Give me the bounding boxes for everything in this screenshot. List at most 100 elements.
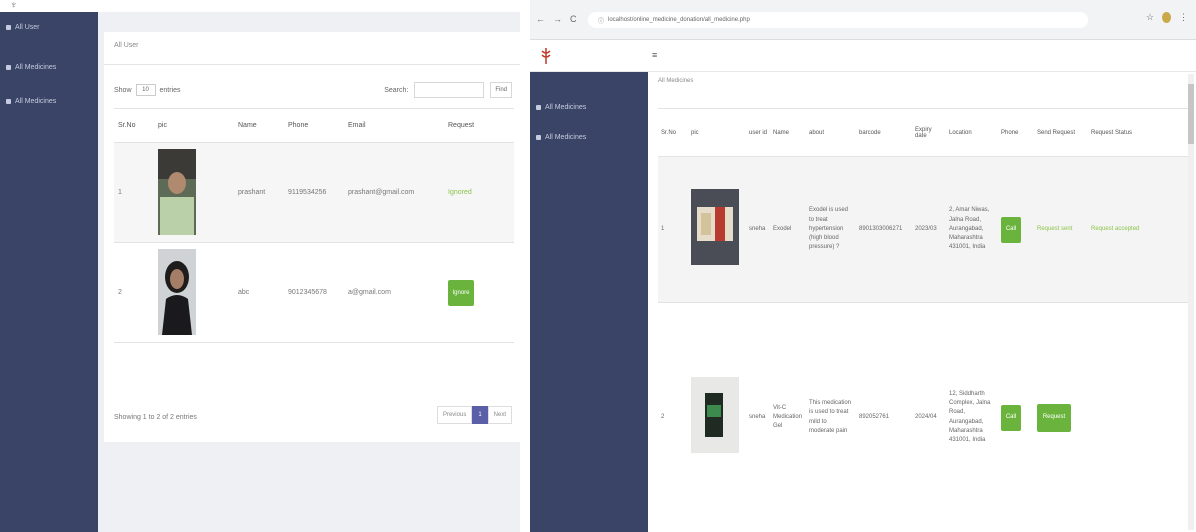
vertical-scrollbar[interactable]: [1188, 74, 1194, 530]
entries-label: entries: [159, 86, 181, 94]
cell-phone: Call: [998, 156, 1034, 303]
cell-expiry: 2024/04: [912, 302, 946, 532]
breadcrumb: All User: [114, 42, 139, 49]
sidebar-item-label: All Medicines: [545, 103, 587, 111]
app-header: ≡: [530, 40, 1196, 72]
medicines-table: Sr.No pic user id Name about barcode Exp…: [658, 108, 1190, 532]
sidebar-item-all-medicines-2[interactable]: All Medicines: [530, 126, 648, 148]
cell-about: This medication is used to treat mild to…: [806, 302, 856, 532]
column-header[interactable]: Expiry date: [912, 108, 946, 157]
cell-name: prashant: [234, 142, 284, 243]
sidebar-item-label: All Medicines: [15, 63, 57, 71]
url-text: localhost/online_medicine_donation/all_m…: [608, 17, 750, 23]
column-header[interactable]: Request Status: [1088, 108, 1190, 157]
column-header[interactable]: Email: [344, 108, 444, 143]
page-1-button[interactable]: 1: [472, 406, 488, 424]
column-header[interactable]: Phone: [998, 108, 1034, 157]
right-sidebar: All Medicines All Medicines: [530, 72, 648, 532]
column-header[interactable]: pic: [688, 108, 746, 157]
column-header[interactable]: Request: [444, 108, 514, 143]
menu-bullet-icon: [536, 134, 541, 140]
sidebar-item-all-medicines[interactable]: All Medicines: [0, 56, 98, 78]
cell-pic: [154, 142, 234, 243]
cell-sr-no: 1: [114, 142, 154, 243]
column-header[interactable]: Name: [770, 108, 806, 157]
request-status-text: Request accepted: [1091, 225, 1140, 232]
scrollbar-thumb[interactable]: [1188, 84, 1194, 144]
app-logo-icon: [541, 48, 551, 64]
cell-phone: 9012345678: [284, 242, 344, 343]
menu-bullet-icon: [6, 98, 11, 104]
user-table-card: All User Show 10 entries Search: Find Sr…: [104, 32, 520, 442]
show-label: Show: [114, 86, 132, 94]
right-browser-window: ← → C ⓘ localhost/online_medicine_donati…: [530, 0, 1196, 532]
column-header[interactable]: user id: [746, 108, 770, 157]
menu-icon[interactable]: ⋮: [1179, 12, 1188, 23]
cell-phone: Call: [998, 302, 1034, 532]
medicine-photo: [691, 189, 739, 266]
back-arrow-icon[interactable]: ←: [536, 14, 545, 24]
column-header[interactable]: pic: [154, 108, 234, 143]
column-header[interactable]: about: [806, 108, 856, 157]
cell-email: prashant@gmail.com: [344, 142, 444, 243]
top-strip: ♆: [0, 0, 520, 12]
column-header[interactable]: barcode: [856, 108, 912, 157]
column-header[interactable]: Sr.No: [114, 108, 154, 143]
sidebar-item-all-user[interactable]: All User: [0, 16, 98, 38]
sidebar-item-label: All User: [15, 23, 40, 31]
breadcrumb: All Medicines: [658, 78, 694, 84]
app-logo-icon: ♆: [10, 0, 18, 11]
call-button[interactable]: Call: [1001, 404, 1021, 431]
sidebar-item-all-medicines[interactable]: All Medicines: [530, 96, 648, 118]
extension-icon[interactable]: [1162, 12, 1171, 23]
cell-name: Vit-C Medication Gel: [770, 302, 806, 532]
menu-bullet-icon: [6, 24, 11, 30]
cell-user-id: sneha: [746, 156, 770, 303]
user-photo: [158, 148, 196, 235]
entries-select[interactable]: 10: [135, 84, 156, 96]
cell-send-request: Request: [1034, 302, 1088, 532]
reload-icon[interactable]: C: [570, 14, 577, 24]
browser-actions: ☆ ⋮: [1146, 12, 1188, 23]
cell-expiry: 2023/03: [912, 156, 946, 303]
call-button[interactable]: Call: [1001, 216, 1021, 243]
address-bar[interactable]: ⓘ localhost/online_medicine_donation/all…: [588, 12, 1088, 28]
cell-email: a@gmail.com: [344, 242, 444, 343]
user-photo: [158, 248, 196, 335]
medicine-photo: [691, 377, 739, 454]
right-content: All Medicines Sr.No pic user id Name abo…: [648, 72, 1190, 532]
column-header[interactable]: Name: [234, 108, 284, 143]
hamburger-menu-icon[interactable]: ≡: [652, 50, 657, 60]
previous-page-button[interactable]: Previous: [436, 406, 473, 424]
request-status-text: Ignored: [448, 189, 472, 196]
sidebar-item-medicines-2[interactable]: All Medicines: [0, 90, 98, 112]
cell-request: Ignore: [444, 242, 514, 343]
forward-arrow-icon[interactable]: →: [553, 14, 562, 24]
column-header[interactable]: Location: [946, 108, 998, 157]
cell-pic: [688, 156, 746, 303]
cell-about: Exodel is used to treat hypertension (hi…: [806, 156, 856, 303]
cell-request-status: Request accepted: [1088, 156, 1190, 303]
request-button[interactable]: Request: [1037, 403, 1071, 432]
cell-location: 2, Amar Niwas, Jalna Road, Aurangabad, M…: [946, 156, 998, 303]
column-header[interactable]: Sr.No: [658, 108, 688, 157]
cell-pic: [154, 242, 234, 343]
cell-sr-no: 2: [658, 302, 688, 532]
search-label: Search:: [384, 86, 409, 94]
left-content: All User Show 10 entries Search: Find Sr…: [98, 12, 520, 532]
cell-request: Ignored: [444, 142, 514, 243]
column-header[interactable]: Phone: [284, 108, 344, 143]
cell-pic: [688, 302, 746, 532]
find-button[interactable]: Find: [490, 82, 512, 98]
ignore-button[interactable]: Ignore: [448, 279, 474, 306]
star-icon[interactable]: ☆: [1146, 12, 1154, 23]
table-header-row: Sr.No pic user id Name about barcode Exp…: [658, 108, 1190, 157]
cell-name: abc: [234, 242, 284, 343]
cell-phone: 9119534256: [284, 142, 344, 243]
search-input[interactable]: [414, 82, 485, 98]
table-row: 1 prashant 9119534256 prashant@gmail.com: [114, 142, 514, 243]
cell-request-status: [1088, 302, 1190, 532]
next-page-button[interactable]: Next: [487, 406, 512, 424]
column-header[interactable]: Send Request: [1034, 108, 1088, 157]
table-row: 2 abc 9012345678 a@gmail.com Ignore: [114, 242, 514, 343]
